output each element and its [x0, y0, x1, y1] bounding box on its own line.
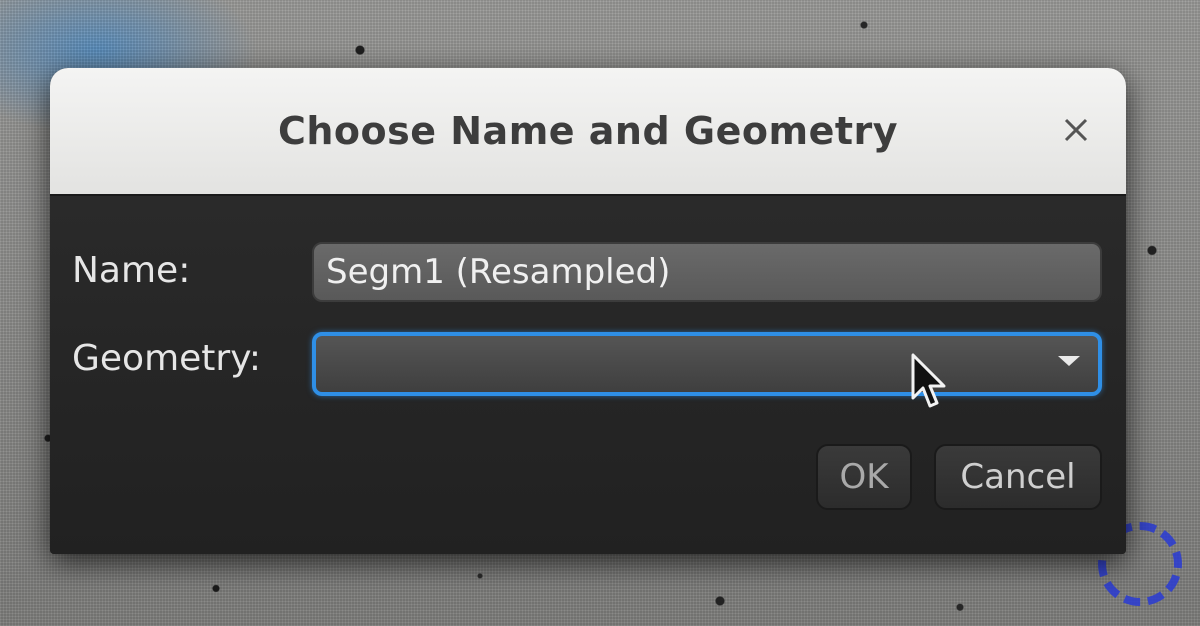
name-input[interactable] [312, 242, 1102, 302]
choose-name-geometry-dialog: Choose Name and Geometry Name: Geometry:… [50, 68, 1126, 554]
ok-button[interactable]: OK [816, 444, 912, 510]
close-icon [1064, 118, 1088, 142]
mouse-pointer-icon [911, 353, 946, 408]
dialog-titlebar: Choose Name and Geometry [50, 68, 1126, 196]
name-label: Name: [72, 250, 191, 291]
dialog-content: Name: Geometry: OK Cancel [50, 196, 1126, 554]
geometry-dropdown[interactable] [312, 332, 1102, 396]
cancel-button[interactable]: Cancel [934, 444, 1102, 510]
close-button[interactable] [1058, 112, 1094, 148]
geometry-label: Geometry: [72, 338, 262, 379]
chevron-down-icon[interactable] [1058, 356, 1080, 366]
dialog-title: Choose Name and Geometry [277, 109, 899, 153]
